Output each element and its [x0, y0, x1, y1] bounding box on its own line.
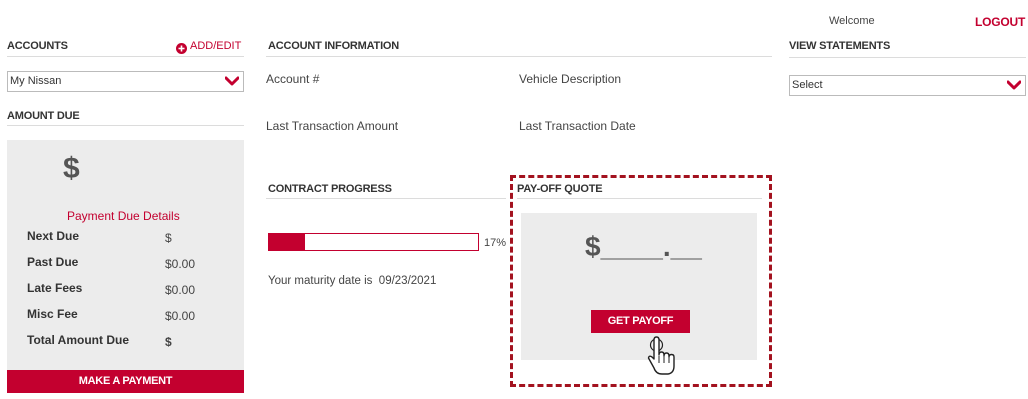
- next-due-label: Next Due: [27, 229, 80, 243]
- late-fees-value: $0.00: [165, 283, 196, 297]
- amount-due-currency: $: [63, 152, 80, 185]
- maturity-date-text: Your maturity date is 09/23/2021: [268, 275, 437, 287]
- divider: [7, 56, 244, 57]
- divider: [789, 57, 1026, 58]
- statements-select[interactable]: Select: [789, 75, 1026, 96]
- payoff-quote-panel: $____.__ GET PAYOFF: [521, 213, 757, 360]
- contract-progress-title: CONTRACT PROGRESS: [268, 183, 392, 195]
- late-fees-label: Late Fees: [27, 281, 83, 295]
- account-select[interactable]: My Nissan: [7, 71, 244, 92]
- payoff-amount: $____.__: [585, 231, 702, 262]
- make-payment-button[interactable]: MAKE A PAYMENT: [7, 370, 244, 393]
- welcome-text: Welcome: [829, 15, 875, 27]
- divider: [517, 198, 762, 199]
- past-due-label: Past Due: [27, 255, 79, 269]
- total-amount-due-label: Total Amount Due: [27, 333, 129, 347]
- contract-progress-fill: [269, 234, 305, 250]
- misc-fee-value: $0.00: [165, 309, 196, 323]
- divider: [266, 56, 772, 57]
- misc-fee-label: Misc Fee: [27, 307, 78, 321]
- divider: [7, 125, 244, 126]
- amount-due-panel: $ Payment Due Details Next Due $ Past Du…: [7, 140, 244, 370]
- get-payoff-button[interactable]: GET PAYOFF: [591, 310, 690, 333]
- account-select-value: My Nissan: [10, 75, 62, 87]
- chevron-down-icon: [1006, 79, 1022, 91]
- past-due-value: $0.00: [165, 257, 196, 271]
- accounts-title: ACCOUNTS: [7, 40, 68, 52]
- last-transaction-amount-label: Last Transaction Amount: [266, 119, 399, 133]
- next-due-value: $: [165, 231, 172, 245]
- account-info-title: ACCOUNT INFORMATION: [268, 40, 400, 52]
- divider: [266, 198, 506, 199]
- vehicle-description-label: Vehicle Description: [519, 72, 622, 86]
- last-transaction-date-label: Last Transaction Date: [519, 119, 636, 133]
- plus-circle-icon: [176, 41, 187, 54]
- chevron-down-icon: [224, 75, 240, 87]
- account-number-label: Account #: [266, 72, 320, 86]
- add-edit-link[interactable]: ADD/EDIT: [176, 40, 242, 54]
- add-edit-label: ADD/EDIT: [190, 40, 242, 52]
- statements-select-value: Select: [792, 79, 823, 91]
- amount-due-title: AMOUNT DUE: [7, 110, 80, 122]
- view-statements-title: VIEW STATEMENTS: [789, 40, 891, 52]
- payment-due-details-title: Payment Due Details: [67, 209, 180, 223]
- total-amount-due-value: $: [165, 335, 172, 349]
- logout-link[interactable]: LOGOUT: [975, 15, 1025, 29]
- payoff-quote-title: PAY-OFF QUOTE: [517, 183, 603, 195]
- hand-cursor-icon: [646, 335, 676, 379]
- contract-progress-bar: [268, 233, 479, 251]
- contract-progress-percent: 17%: [484, 237, 507, 249]
